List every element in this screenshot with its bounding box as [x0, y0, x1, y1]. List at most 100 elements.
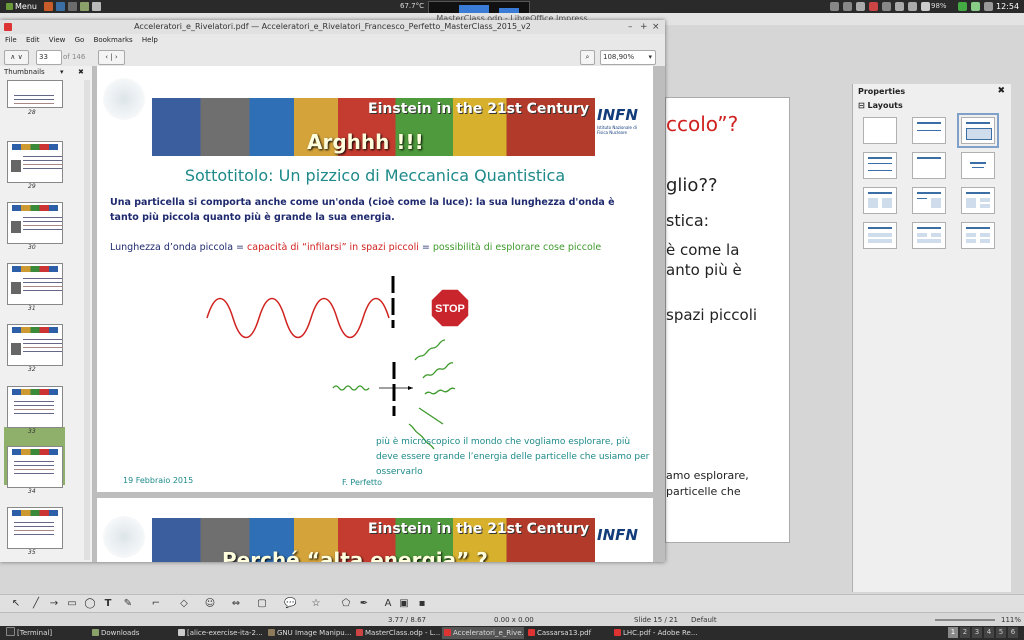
history-buttons[interactable]: ‹ | ›	[98, 50, 125, 65]
taskbar-item[interactable]: [alice-exercise-ita-2...	[176, 627, 268, 639]
sidebar-mode-select[interactable]: Thumbnails	[4, 68, 45, 76]
editor-launcher-icon[interactable]	[80, 2, 89, 11]
bluetooth-tray-icon[interactable]	[882, 2, 891, 11]
impress-slide[interactable]: ccolo”? glio?? stica: è come la anto più…	[665, 97, 790, 543]
taskbar-item[interactable]: MasterClass.odp - L...	[354, 627, 442, 639]
layout-option[interactable]	[912, 187, 946, 214]
battery-icon[interactable]	[921, 2, 930, 11]
layouts-section-title[interactable]: ⊟ Layouts	[858, 101, 903, 110]
document-view[interactable]: Einstein in the 21st Century Arghhh !!! …	[93, 66, 665, 562]
close-sidebar-icon[interactable]: ✖	[78, 66, 84, 79]
workspace-button[interactable]: 6	[1008, 627, 1018, 638]
menu-button[interactable]: Menu	[2, 0, 41, 13]
layout-option[interactable]	[912, 152, 946, 179]
volume-tray-icon[interactable]	[908, 2, 917, 11]
page-thumbnail[interactable]	[7, 324, 63, 366]
text-tool-icon[interactable]: T	[102, 598, 114, 610]
layout-option[interactable]	[863, 222, 897, 249]
symbol-shapes-icon[interactable]: ☺	[204, 598, 216, 610]
minimize-icon[interactable]: –	[628, 22, 633, 32]
page-thumbnail[interactable]	[7, 263, 63, 305]
keyboard-flag-icon[interactable]	[869, 2, 878, 11]
rectangle-icon[interactable]: ▭	[66, 598, 78, 610]
page-thumbnail-current[interactable]	[7, 386, 63, 428]
zoom-select[interactable]: 108,90% ▾	[600, 50, 656, 65]
forward-arrow-icon[interactable]: ›	[115, 53, 118, 61]
page-thumbnail[interactable]	[7, 446, 63, 488]
folder-launcher-icon[interactable]	[92, 2, 101, 11]
menu-bookmarks[interactable]: Bookmarks	[94, 36, 133, 44]
notes-tray-icon[interactable]	[830, 2, 839, 11]
workspace-button[interactable]: 1	[948, 627, 958, 638]
layout-option[interactable]	[912, 117, 946, 144]
glue-points-icon[interactable]: ✒	[358, 598, 370, 610]
basic-shapes-icon[interactable]: ◇	[178, 598, 190, 610]
page-thumbnail[interactable]	[7, 202, 63, 244]
back-arrow-icon[interactable]: ‹	[105, 53, 108, 61]
firefox-launcher-icon[interactable]	[44, 2, 53, 11]
callouts-icon[interactable]: 💬	[284, 598, 296, 610]
layout-option[interactable]	[912, 222, 946, 249]
layout-option[interactable]	[961, 222, 995, 249]
workspace-button[interactable]: 5	[996, 627, 1006, 638]
search-button[interactable]: ⌕	[580, 50, 595, 65]
menu-help[interactable]: Help	[142, 36, 158, 44]
shield-tray-icon[interactable]	[958, 2, 967, 11]
page-number-input[interactable]: 33	[36, 50, 62, 65]
insert-image-icon[interactable]: ▣	[398, 598, 410, 610]
zoom-slider[interactable]	[935, 619, 995, 621]
taskbar-item[interactable]: LHC.pdf - Adobe Re...	[612, 627, 700, 639]
taskbar-item[interactable]: GNU Image Manipu...	[266, 627, 354, 639]
ellipse-icon[interactable]: ◯	[84, 598, 96, 610]
page-thumbnail[interactable]	[7, 141, 63, 183]
user-tray-icon[interactable]	[984, 2, 993, 11]
line-tool-icon[interactable]: ╱	[30, 598, 42, 610]
layout-option[interactable]	[957, 113, 999, 148]
connector-icon[interactable]: ⌐	[150, 598, 162, 610]
update-tray-icon[interactable]	[971, 2, 980, 11]
layout-option[interactable]	[961, 187, 995, 214]
chevron-down-icon[interactable]: ▾	[60, 66, 64, 79]
wifi-tray-icon[interactable]	[895, 2, 904, 11]
curve-tool-icon[interactable]: ✎	[122, 598, 134, 610]
flowchart-icon[interactable]: ▢	[256, 598, 268, 610]
chevron-up-icon[interactable]: ∧	[10, 53, 15, 61]
layout-option[interactable]	[961, 152, 995, 179]
taskbar-item[interactable]: Downloads	[90, 627, 174, 639]
points-icon[interactable]: ⬠	[340, 598, 352, 610]
close-window-icon[interactable]: ×	[652, 22, 660, 32]
workspace-button[interactable]: 3	[972, 627, 982, 638]
stars-icon[interactable]: ☆	[310, 598, 322, 610]
workspace-button[interactable]: 4	[984, 627, 994, 638]
terminal-launcher-icon[interactable]	[68, 2, 77, 11]
close-icon[interactable]: ✖	[997, 86, 1005, 96]
menu-file[interactable]: File	[5, 36, 17, 44]
layout-option[interactable]	[863, 117, 897, 144]
page-thumbnail[interactable]	[7, 80, 63, 108]
zoom-percent[interactable]: 111%	[1001, 613, 1021, 627]
mail-tray-icon[interactable]	[843, 2, 852, 11]
layout-option[interactable]	[863, 152, 897, 179]
extrusion-icon[interactable]: ▪	[416, 598, 428, 610]
fontwork-icon[interactable]: A	[382, 598, 394, 610]
taskbar-item[interactable]: [Terminal]	[4, 627, 86, 639]
menu-go[interactable]: Go	[75, 36, 85, 44]
sidebar-scrollbar[interactable]	[84, 80, 90, 560]
page-thumbnail[interactable]	[7, 507, 63, 549]
taskbar-item-active[interactable]: Acceleratori_e_Rive...	[442, 627, 524, 639]
arrow-line-icon[interactable]: →	[48, 598, 60, 610]
menu-view[interactable]: View	[49, 36, 66, 44]
taskbar-item[interactable]: Cassarsa13.pdf	[526, 627, 612, 639]
layout-option[interactable]	[863, 187, 897, 214]
display-tray-icon[interactable]	[856, 2, 865, 11]
prev-next-page-buttons[interactable]: ∧ ∨	[4, 50, 29, 65]
workspace-button[interactable]: 2	[960, 627, 970, 638]
maximize-icon[interactable]: +	[640, 22, 648, 32]
block-arrows-icon[interactable]: ⇔	[230, 598, 242, 610]
menu-edit[interactable]: Edit	[26, 36, 40, 44]
thumbnail-label: 28	[28, 109, 36, 116]
select-arrow-icon[interactable]: ↖	[10, 598, 22, 610]
files-launcher-icon[interactable]	[56, 2, 65, 11]
chevron-down-icon[interactable]: ∨	[18, 53, 23, 61]
clock[interactable]: 12:54	[996, 2, 1019, 11]
